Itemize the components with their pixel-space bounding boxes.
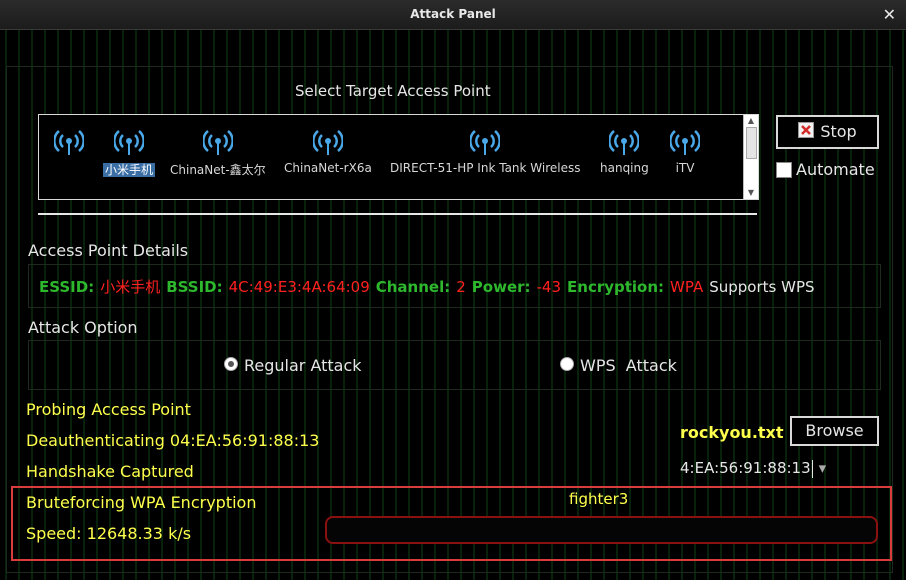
- access-point-label: ChinaNet-rX6a: [284, 161, 372, 175]
- access-point-list[interactable]: .. 小米手机 ChinaNet-鑫太尔 ChinaNet-rX6a DIREC…: [38, 114, 759, 200]
- channel-value: 2: [456, 278, 466, 296]
- essid-key: ESSID:: [39, 278, 95, 296]
- attack-option-box: [28, 340, 881, 390]
- close-icon[interactable]: ✕: [883, 5, 896, 24]
- access-point-label: hanqing: [600, 161, 649, 175]
- access-point-label: ChinaNet-鑫太尔: [170, 163, 266, 177]
- browse-button[interactable]: Browse: [790, 416, 879, 446]
- bssid-key: BSSID:: [166, 278, 223, 296]
- access-point-label: 小米手机: [103, 163, 156, 177]
- power-value: -43: [536, 278, 562, 296]
- access-point-item[interactable]: ChinaNet-鑫太尔: [170, 129, 266, 178]
- scroll-up-icon[interactable]: ▲: [744, 115, 758, 127]
- wordlist-filename: rockyou.txt: [680, 423, 784, 442]
- access-point-item[interactable]: ..: [54, 129, 84, 175]
- access-point-label: iTV: [675, 161, 695, 175]
- wifi-signal-icon: [114, 130, 144, 155]
- current-key-label: fighter3: [569, 490, 629, 508]
- power-key: Power:: [471, 278, 531, 296]
- window-title: Attack Panel: [410, 7, 496, 21]
- wps-attack-label: WPS Attack: [580, 356, 677, 375]
- regular-attack-label: Regular Attack: [244, 356, 362, 375]
- window-titlebar: Attack Panel ✕: [0, 0, 906, 30]
- access-point-item[interactable]: hanqing: [600, 129, 649, 175]
- access-point-item[interactable]: iTV: [670, 129, 700, 175]
- encryption-value: WPA: [670, 278, 704, 296]
- status-probing: Probing Access Point: [26, 400, 191, 419]
- wifi-signal-icon: [609, 130, 640, 155]
- regular-attack-radio[interactable]: [224, 357, 238, 371]
- wifi-signal-icon: [202, 130, 233, 155]
- access-point-item[interactable]: DIRECT-51-HP Ink Tank Wireless: [390, 129, 581, 175]
- encryption-key: Encryption:: [567, 278, 665, 296]
- access-point-item-selected[interactable]: 小米手机: [103, 129, 156, 178]
- wifi-signal-icon: [312, 130, 343, 155]
- automate-label: Automate: [796, 160, 875, 179]
- essid-value: 小米手机: [100, 278, 161, 296]
- chevron-down-icon[interactable]: ▾: [819, 459, 827, 477]
- scroll-thumb[interactable]: [746, 127, 757, 159]
- client-combo-value: 4:EA:56:91:88:13: [680, 459, 811, 477]
- status-handshake: Handshake Captured: [26, 462, 194, 481]
- details-heading: Access Point Details: [28, 241, 189, 260]
- wifi-signal-icon: [670, 130, 700, 155]
- ap-list-scrollbar[interactable]: ▲ ▼: [743, 115, 758, 199]
- wifi-signal-icon: [54, 130, 84, 155]
- client-combo[interactable]: 4:EA:56:91:88:13 ▾: [680, 459, 826, 478]
- scroll-down-icon[interactable]: ▼: [744, 187, 758, 199]
- access-point-item[interactable]: ChinaNet-rX6a: [284, 129, 372, 175]
- status-deauth: Deauthenticating 04:EA:56:91:88:13: [26, 431, 320, 450]
- wps-attack-radio[interactable]: [560, 357, 574, 371]
- access-point-label: DIRECT-51-HP Ink Tank Wireless: [390, 161, 581, 175]
- ap-list-divider: [38, 213, 757, 215]
- channel-key: Channel:: [375, 278, 451, 296]
- stop-button[interactable]: Stop: [776, 115, 879, 149]
- bssid-value: 4C:49:E3:4A:64:09: [228, 278, 370, 296]
- wifi-signal-icon: [470, 130, 501, 155]
- access-point-details: ESSID: 小米手机 BSSID: 4C:49:E3:4A:64:09 Channel…: [28, 264, 881, 308]
- wps-support-text: Supports WPS: [709, 278, 815, 296]
- status-bruteforcing: Bruteforcing WPA Encryption: [26, 493, 257, 512]
- close-box-icon: [798, 122, 815, 138]
- bruteforce-progress-bar: [325, 516, 878, 544]
- select-target-heading: Select Target Access Point: [295, 82, 491, 100]
- automate-checkbox[interactable]: [776, 162, 792, 178]
- speed-readout: Speed: 12648.33 k/s: [26, 524, 192, 543]
- attack-option-heading: Attack Option: [28, 318, 138, 337]
- stop-label: Stop: [820, 122, 857, 141]
